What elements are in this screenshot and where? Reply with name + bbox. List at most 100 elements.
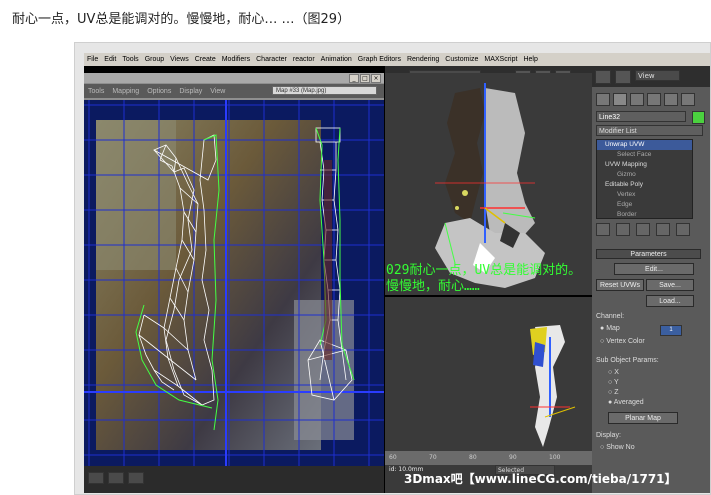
uv-editor-window: _ □ × Tools Mapping Options Display View… — [84, 73, 384, 493]
stack-item-gizmo[interactable]: Gizmo — [597, 170, 692, 180]
menu-character[interactable]: Character — [253, 56, 290, 63]
viewport-top-model — [385, 73, 592, 295]
motion-tab-icon[interactable] — [647, 93, 661, 106]
show-no-radio[interactable]: ○ Show No — [600, 444, 700, 451]
minimize-button[interactable]: _ — [349, 74, 359, 83]
channel-label: Channel: — [596, 313, 625, 320]
timeline-tick: 100 — [549, 454, 561, 461]
create-tab-icon[interactable] — [596, 93, 610, 106]
command-panel: Line32 Modifier List Unwrap UVW Select F… — [592, 87, 710, 493]
timeline[interactable]: 60 70 80 90 100 — [385, 451, 592, 465]
uv-menu-mapping[interactable]: Mapping — [108, 88, 143, 95]
stack-tools — [596, 223, 706, 236]
menu-animation[interactable]: Animation — [318, 56, 355, 63]
map-radio-label: Map — [606, 325, 620, 332]
uv-tool-button[interactable] — [108, 472, 124, 484]
uv-tool-button[interactable] — [128, 472, 144, 484]
edit-button[interactable]: Edit... — [614, 263, 694, 275]
maximize-button[interactable]: □ — [360, 74, 370, 83]
menu-tools[interactable]: Tools — [119, 56, 141, 63]
remove-modifier-icon[interactable] — [656, 223, 670, 236]
viewport-persp-model — [385, 297, 592, 451]
caption: 耐心一点，UV总是能调对的。慢慢地，耐心… …（图29） — [12, 12, 351, 27]
menu-customize[interactable]: Customize — [442, 56, 481, 63]
stack-item-editable-poly[interactable]: Editable Poly — [597, 180, 692, 190]
main-menubar: File Edit Tools Group Views Create Modif… — [84, 53, 710, 66]
toolbar-icon[interactable] — [595, 70, 611, 84]
modifier-list-dropdown[interactable]: Modifier List — [596, 125, 703, 136]
menu-reactor[interactable]: reactor — [290, 56, 318, 63]
close-button[interactable]: × — [371, 74, 381, 83]
averaged-radio[interactable]: ● Averaged — [608, 399, 708, 406]
load-button[interactable]: Load... — [646, 295, 694, 307]
reset-uvws-button[interactable]: Reset UVWs — [596, 279, 644, 291]
view-dropdown[interactable]: View — [635, 70, 680, 81]
menu-edit[interactable]: Edit — [101, 56, 119, 63]
viewport-perspective[interactable] — [385, 297, 592, 451]
show-end-result-icon[interactable] — [616, 223, 630, 236]
panel-tab-icons — [596, 93, 706, 106]
show-no-radio-label: Show No — [606, 444, 635, 451]
menu-views[interactable]: Views — [167, 56, 192, 63]
menu-maxscript[interactable]: MAXScript — [481, 56, 520, 63]
tutorial-overlay-text: 029耐心一点，UV总是能调对的。 慢慢地，耐心…… — [386, 263, 581, 295]
configure-sets-icon[interactable] — [676, 223, 690, 236]
menu-modifiers[interactable]: Modifiers — [219, 56, 253, 63]
overlay-line-1: 029耐心一点，UV总是能调对的。 — [386, 263, 582, 278]
timeline-tick: 60 — [389, 454, 397, 461]
planar-map-button[interactable]: Planar Map — [608, 412, 678, 424]
parameters-rollout-title[interactable]: Parameters — [596, 249, 701, 259]
uv-menu-options[interactable]: Options — [143, 88, 175, 95]
axis-x-radio[interactable]: ○ X — [608, 369, 708, 376]
uv-editor-menu: Tools Mapping Options Display View Map #… — [84, 84, 384, 98]
save-button[interactable]: Save... — [646, 279, 694, 291]
map-radio[interactable]: ● Map — [600, 325, 700, 332]
modifier-stack[interactable]: Unwrap UVW Select Face UVW Mapping Gizmo… — [596, 139, 693, 219]
viewport-top[interactable] — [385, 73, 592, 295]
menu-rendering[interactable]: Rendering — [404, 56, 442, 63]
stack-item-select-face[interactable]: Select Face — [597, 150, 692, 160]
overlay-line-2: 慢慢地，耐心…… — [386, 279, 480, 294]
timeline-tick: 90 — [509, 454, 517, 461]
object-name-field[interactable]: Line32 — [596, 111, 686, 122]
menu-graph-editors[interactable]: Graph Editors — [355, 56, 404, 63]
uv-tool-button[interactable] — [88, 472, 104, 484]
timeline-tick: 70 — [429, 454, 437, 461]
stack-item-border[interactable]: Border — [597, 210, 692, 220]
hierarchy-tab-icon[interactable] — [630, 93, 644, 106]
object-color-swatch[interactable] — [692, 111, 705, 124]
utilities-tab-icon[interactable] — [681, 93, 695, 106]
display-tab-icon[interactable] — [664, 93, 678, 106]
uv-menu-view[interactable]: View — [206, 88, 229, 95]
stack-item-vertex[interactable]: Vertex — [597, 190, 692, 200]
timeline-tick: 80 — [469, 454, 477, 461]
uv-menu-display[interactable]: Display — [175, 88, 206, 95]
pin-stack-icon[interactable] — [596, 223, 610, 236]
uv-menu-tools[interactable]: Tools — [84, 88, 108, 95]
sub-object-params-label: Sub Object Params: — [596, 357, 659, 364]
averaged-radio-label: Averaged — [613, 399, 644, 406]
uv-canvas-art — [84, 100, 384, 466]
menu-file[interactable]: File — [84, 56, 101, 63]
stack-item-edge[interactable]: Edge — [597, 200, 692, 210]
stack-item-uvw-mapping[interactable]: UVW Mapping — [597, 160, 692, 170]
axis-x-radio-label: X — [614, 369, 619, 376]
menu-group[interactable]: Group — [142, 56, 167, 63]
uv-editor-titlebar: _ □ × — [84, 73, 384, 83]
watermark: 3Dmax吧【www.lineCG.com/tieba/1771】 — [404, 472, 677, 486]
uv-editor-statusbar — [84, 466, 384, 493]
make-unique-icon[interactable] — [636, 223, 650, 236]
screenshot: File Edit Tools Group Views Create Modif… — [84, 53, 710, 493]
modify-tab-icon[interactable] — [613, 93, 627, 106]
menu-help[interactable]: Help — [520, 56, 540, 63]
axis-y-radio[interactable]: ○ Y — [608, 379, 708, 386]
display-label: Display: — [596, 432, 621, 439]
axis-z-radio[interactable]: ○ Z — [608, 389, 708, 396]
vertex-color-radio[interactable]: ○ Vertex Color — [600, 338, 700, 345]
map-selector-dropdown[interactable]: Map #33 (Map.jpg) — [272, 86, 377, 95]
stack-item-unwrap-uvw[interactable]: Unwrap UVW — [597, 140, 692, 150]
map-channel-spinner[interactable]: 1 — [660, 325, 682, 336]
uv-canvas[interactable] — [84, 100, 384, 466]
menu-create[interactable]: Create — [192, 56, 219, 63]
toolbar-icon[interactable] — [615, 70, 631, 84]
